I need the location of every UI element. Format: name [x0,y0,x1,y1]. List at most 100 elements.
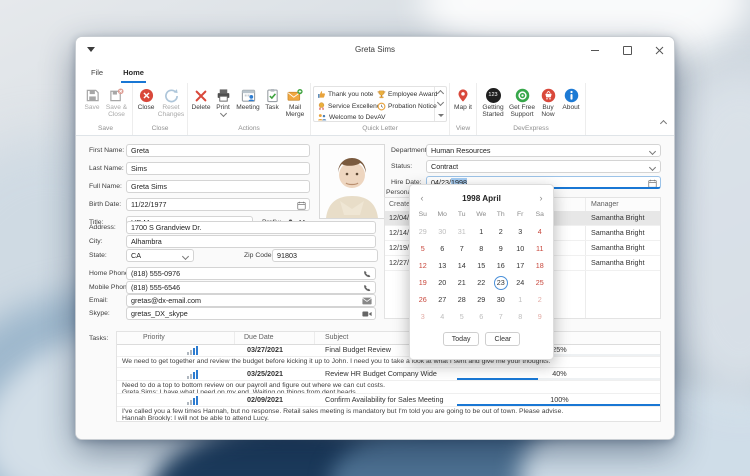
calendar-day[interactable]: 14 [452,257,472,274]
maximize-button[interactable] [620,43,634,57]
calendar-day[interactable]: 2 [491,223,511,240]
calendar-day[interactable]: 6 [472,308,492,325]
calendar-day[interactable]: 30 [433,223,453,240]
manager-cell: Samantha Bright [591,211,645,225]
getting-started-button[interactable]: 123 Getting Started [479,85,507,123]
column-header-subject[interactable]: Subject [325,332,348,344]
calendar-day[interactable]: 27 [433,291,453,308]
calendar-day[interactable]: 28 [452,291,472,308]
chevron-down-icon[interactable] [649,164,656,171]
status-dropdown[interactable]: Contract [426,160,661,173]
calendar-day[interactable]: 6 [433,240,453,257]
column-header-due-date[interactable]: Due Date [244,332,274,344]
delete-button[interactable]: Delete [190,85,212,123]
close-record-button[interactable]: Close [135,85,157,123]
chevron-down-icon[interactable] [182,253,189,260]
calendar-day[interactable]: 1 [472,223,492,240]
department-dropdown[interactable]: Human Resources [426,144,661,157]
calendar-day[interactable]: 24 [511,274,531,291]
last-name-input[interactable]: Sims [126,162,310,175]
mobile-phone-input[interactable]: (818) 555-6546 [126,281,376,294]
calendar-day[interactable]: 5 [452,308,472,325]
calendar-day[interactable]: 25 [530,274,550,291]
email-input[interactable]: gretas@dx-email.com [126,294,376,307]
calendar-day[interactable]: 19 [413,274,433,291]
calendar-icon[interactable] [648,179,657,188]
calendar-day[interactable]: 17 [511,257,531,274]
minimize-button[interactable] [588,43,602,57]
home-phone-input[interactable]: (818) 555-0976 [126,267,376,280]
map-it-button[interactable]: Map it [452,85,474,123]
calendar-today-button[interactable]: Today [443,332,480,346]
group-label-actions: Actions [190,123,308,135]
calendar-day[interactable]: 22 [472,274,492,291]
calendar-title[interactable]: 1998 April [428,194,535,203]
calendar-day-selected[interactable]: 23 [491,274,511,291]
city-input[interactable]: Alhambra [126,235,376,248]
first-name-input[interactable]: Greta [126,144,310,157]
calendar-day[interactable]: 13 [433,257,453,274]
calendar-day[interactable]: 5 [413,240,433,257]
calendar-day[interactable]: 7 [452,240,472,257]
address-input[interactable]: 1700 S Grandview Dr. [126,221,376,234]
save-button[interactable]: Save [81,85,103,123]
calendar-day[interactable]: 8 [472,240,492,257]
calendar-icon[interactable] [297,201,306,210]
column-header-manager[interactable]: Manager [591,198,619,211]
gallery-dropdown-button[interactable] [435,110,446,121]
gallery-item-employee-award[interactable]: Employee Award [377,90,437,99]
calendar-day[interactable]: 12 [413,257,433,274]
calendar-day[interactable]: 7 [491,308,511,325]
birth-date-input[interactable]: 11/22/1977 [126,198,310,211]
calendar-day[interactable]: 16 [491,257,511,274]
calendar-day[interactable]: 4 [433,308,453,325]
calendar-day[interactable]: 15 [472,257,492,274]
task-button[interactable]: Task [262,85,282,123]
full-name-input[interactable]: Greta Sims [126,180,310,193]
calendar-day[interactable]: 9 [530,308,550,325]
calendar-day[interactable]: 30 [491,291,511,308]
calendar-prev-button[interactable]: ‹ [416,191,428,205]
calendar-next-button[interactable]: › [535,191,547,205]
calendar-day[interactable]: 3 [511,223,531,240]
skype-input[interactable]: gretas_DX_skype [126,307,376,320]
print-dropdown-chevron[interactable] [219,110,226,117]
calendar-day[interactable]: 20 [433,274,453,291]
print-button[interactable]: Print [212,85,234,123]
calendar-day[interactable]: 21 [452,274,472,291]
calendar-day[interactable]: 18 [530,257,550,274]
zip-code-input[interactable]: 91803 [272,249,378,262]
tab-file[interactable]: File [89,63,105,83]
mail-merge-button[interactable]: Mail Merge [282,85,308,123]
calendar-day[interactable]: 10 [511,240,531,257]
column-header-priority[interactable]: Priority [143,332,165,344]
ribbon-group-actions: Delete Print Meeting [188,83,311,135]
gallery-item-service-excellence[interactable]: Service Excellence [317,102,384,111]
meeting-button[interactable]: Meeting [234,85,262,123]
calendar-clear-button[interactable]: Clear [485,332,520,346]
calendar-day[interactable]: 29 [413,223,433,240]
calendar-day[interactable]: 29 [472,291,492,308]
state-dropdown[interactable]: CA [126,249,194,262]
get-free-support-button[interactable]: Get Free Support [507,85,537,123]
calendar-day[interactable]: 26 [413,291,433,308]
gallery-item-thank-you-note[interactable]: Thank you note [317,90,373,99]
ribbon-collapse-button[interactable] [661,113,666,131]
calendar-day[interactable]: 1 [511,291,531,308]
calendar-day[interactable]: 8 [511,308,531,325]
calendar-day[interactable]: 11 [530,240,550,257]
calendar-day[interactable]: 31 [452,223,472,240]
chevron-down-icon[interactable] [649,148,656,155]
reset-changes-button[interactable]: Reset Changes [157,85,185,123]
close-window-button[interactable] [652,43,666,57]
save-and-close-button[interactable]: Save & Close [103,85,130,123]
about-button[interactable]: About [559,85,583,123]
calendar-day[interactable]: 3 [413,308,433,325]
buy-now-button[interactable]: Buy Now [537,85,559,123]
calendar-day[interactable]: 4 [530,223,550,240]
calendar-day[interactable]: 2 [530,291,550,308]
tab-home[interactable]: Home [121,63,146,83]
gallery-item-probation-notice[interactable]: Probation Notice [377,102,437,111]
calendar-day[interactable]: 9 [491,240,511,257]
gallery-item-welcome-to-devav[interactable]: Welcome to DevAV [317,113,386,122]
